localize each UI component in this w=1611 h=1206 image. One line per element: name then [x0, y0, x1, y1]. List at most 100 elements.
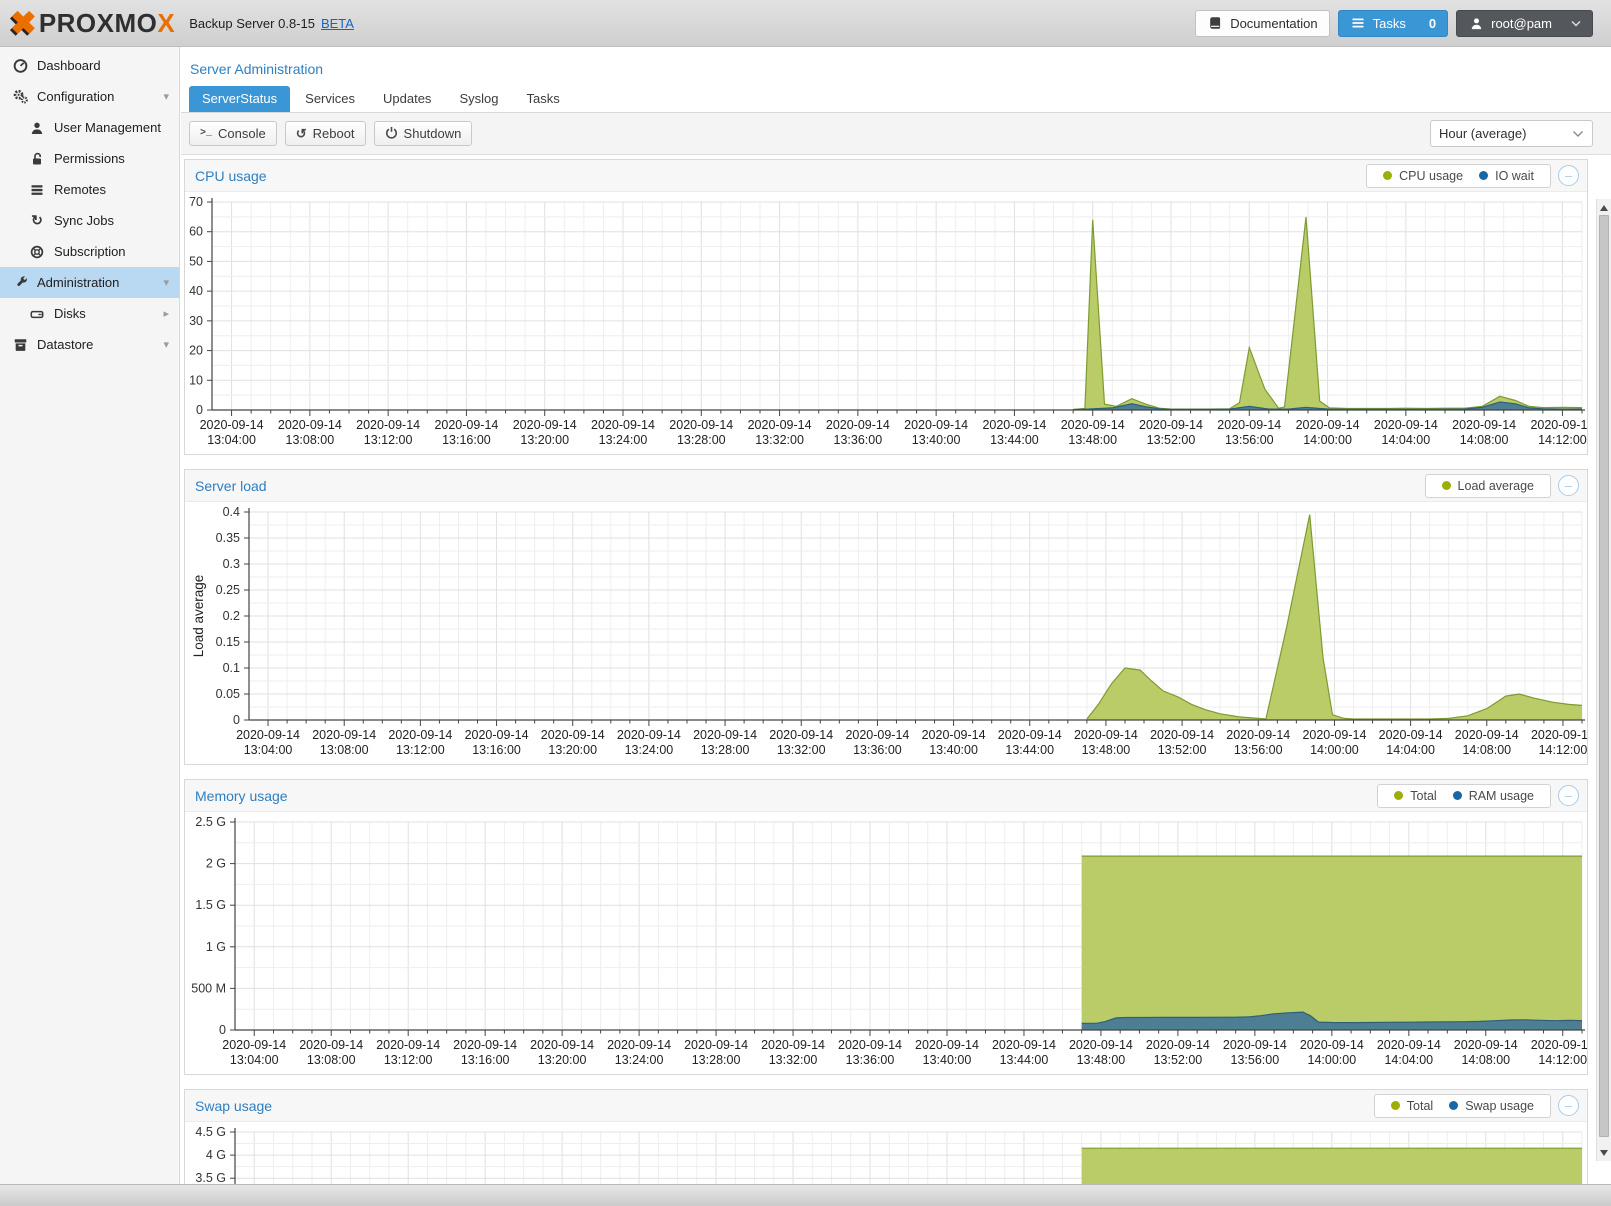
svg-text:2020-09-14: 2020-09-14 — [541, 728, 605, 742]
sidebar-item-configuration[interactable]: Configuration ▾ — [0, 81, 179, 112]
legend-item[interactable]: Total — [1383, 1099, 1441, 1113]
legend-item[interactable]: IO wait — [1471, 169, 1542, 183]
legend-label: Total — [1410, 789, 1436, 803]
legend-item[interactable]: Total — [1386, 789, 1444, 803]
timeframe-select[interactable]: Hour (average) — [1430, 120, 1593, 147]
life-ring-icon — [29, 245, 45, 259]
svg-text:14:00:00: 14:00:00 — [1308, 1053, 1357, 1067]
vertical-scrollbar[interactable] — [1596, 199, 1611, 1161]
svg-text:2020-09-14: 2020-09-14 — [1146, 1038, 1210, 1052]
main-content: Server Administration ServerStatus Servi… — [181, 47, 1611, 1184]
gears-icon — [12, 89, 28, 104]
tasks-button[interactable]: Tasks 0 — [1338, 10, 1448, 37]
svg-text:13:56:00: 13:56:00 — [1231, 1053, 1280, 1067]
documentation-button[interactable]: Documentation — [1195, 10, 1329, 37]
user-menu-button[interactable]: root@pam — [1456, 10, 1593, 37]
legend-dot-icon — [1479, 171, 1488, 180]
svg-text:2020-09-14: 2020-09-14 — [1223, 1038, 1287, 1052]
svg-text:13:32:00: 13:32:00 — [777, 743, 826, 757]
svg-text:0.1: 0.1 — [223, 661, 240, 675]
svg-text:2020-09-14: 2020-09-14 — [1531, 728, 1587, 742]
legend-item[interactable]: CPU usage — [1375, 169, 1471, 183]
chart-panel-server-load: Server loadLoad average–00.050.10.150.20… — [184, 469, 1588, 765]
tab-tasks[interactable]: Tasks — [513, 86, 572, 112]
sidebar-item-remotes[interactable]: Remotes — [0, 174, 179, 205]
svg-text:2020-09-14: 2020-09-14 — [998, 728, 1062, 742]
svg-text:14:12:00: 14:12:00 — [1538, 1053, 1587, 1067]
svg-text:13:44:00: 13:44:00 — [990, 433, 1039, 447]
task-list-icon — [1350, 16, 1366, 30]
svg-text:2020-09-14: 2020-09-14 — [1531, 1038, 1587, 1052]
svg-text:2020-09-14: 2020-09-14 — [761, 1038, 825, 1052]
sidebar-item-dashboard[interactable]: Dashboard — [0, 50, 179, 81]
sidebar-item-subscription[interactable]: Subscription — [0, 236, 179, 267]
legend-dot-icon — [1383, 171, 1392, 180]
sidebar-item-datastore[interactable]: Datastore ▾ — [0, 329, 179, 360]
sidebar-item-user-management[interactable]: User Management — [0, 112, 179, 143]
svg-text:13:40:00: 13:40:00 — [923, 1053, 972, 1067]
sidebar-item-administration[interactable]: Administration ▾ — [0, 267, 179, 298]
svg-text:0: 0 — [196, 403, 203, 417]
tab-syslog[interactable]: Syslog — [446, 86, 511, 112]
svg-text:2020-09-14: 2020-09-14 — [1374, 418, 1438, 432]
reboot-button[interactable]: ↺ Reboot — [285, 121, 366, 146]
svg-text:14:08:00: 14:08:00 — [1460, 433, 1509, 447]
chevron-right-icon: ▸ — [163, 307, 169, 320]
collapse-chart-button[interactable]: – — [1558, 1095, 1579, 1116]
chart-panel-swap-usage: Swap usageTotalSwap usage–0500 M1 G1.5 G… — [184, 1089, 1588, 1184]
legend-item[interactable]: RAM usage — [1445, 789, 1542, 803]
scroll-up-button[interactable] — [1597, 200, 1611, 215]
chart-plot-swap-usage: 0500 M1 G1.5 G2 G2.5 G3 G3.5 G4 G4.5 G20… — [185, 1122, 1587, 1184]
svg-text:14:04:00: 14:04:00 — [1386, 743, 1435, 757]
product-version: Backup Server 0.8-15 — [189, 16, 315, 31]
chart-title: Memory usage — [195, 788, 1377, 804]
svg-text:2020-09-14: 2020-09-14 — [1302, 728, 1366, 742]
svg-text:13:24:00: 13:24:00 — [615, 1053, 664, 1067]
unlock-icon — [29, 152, 45, 166]
sidebar: Dashboard Configuration ▾ User Managemen… — [0, 47, 180, 1184]
user-icon — [1468, 17, 1484, 30]
svg-text:13:20:00: 13:20:00 — [538, 1053, 587, 1067]
scroll-down-button[interactable] — [1597, 1145, 1611, 1160]
svg-text:10: 10 — [189, 373, 203, 387]
svg-text:2020-09-14: 2020-09-14 — [693, 728, 757, 742]
chevron-down-icon — [1571, 20, 1581, 27]
chart-panel-memory-usage: Memory usageTotalRAM usage–0500 M1 G1.5 … — [184, 779, 1588, 1075]
legend-label: IO wait — [1495, 169, 1534, 183]
tasks-count-badge: 0 — [1429, 16, 1436, 31]
svg-text:13:08:00: 13:08:00 — [320, 743, 369, 757]
collapse-chart-button[interactable]: – — [1558, 785, 1579, 806]
svg-text:2020-09-14: 2020-09-14 — [388, 728, 452, 742]
svg-text:30: 30 — [189, 314, 203, 328]
console-button[interactable]: >_ Console — [189, 121, 277, 146]
svg-text:2020-09-14: 2020-09-14 — [1377, 1038, 1441, 1052]
svg-text:14:12:00: 14:12:00 — [1538, 433, 1587, 447]
chart-panel-cpu-usage: CPU usageCPU usageIO wait–01020304050607… — [184, 159, 1588, 455]
hdd-icon — [29, 307, 45, 321]
svg-text:2020-09-14: 2020-09-14 — [915, 1038, 979, 1052]
legend-dot-icon — [1453, 791, 1462, 800]
sidebar-item-permissions[interactable]: Permissions — [0, 143, 179, 174]
svg-text:13:40:00: 13:40:00 — [929, 743, 978, 757]
svg-text:2020-09-14: 2020-09-14 — [1296, 418, 1360, 432]
tab-updates[interactable]: Updates — [370, 86, 444, 112]
beta-link[interactable]: BETA — [321, 16, 354, 31]
tab-services[interactable]: Services — [292, 86, 368, 112]
sidebar-item-sync-jobs[interactable]: ↻ Sync Jobs — [0, 205, 179, 236]
svg-text:2020-09-14: 2020-09-14 — [826, 418, 890, 432]
gauge-icon — [12, 58, 28, 73]
svg-text:13:16:00: 13:16:00 — [472, 743, 521, 757]
legend-item[interactable]: Load average — [1434, 479, 1542, 493]
svg-text:13:08:00: 13:08:00 — [286, 433, 335, 447]
sidebar-item-disks[interactable]: Disks ▸ — [0, 298, 179, 329]
legend-item[interactable]: Swap usage — [1441, 1099, 1542, 1113]
tab-bar: ServerStatus Services Updates Syslog Tas… — [181, 86, 1611, 113]
tab-serverstatus[interactable]: ServerStatus — [189, 86, 290, 112]
collapse-chart-button[interactable]: – — [1558, 475, 1579, 496]
scrollbar-thumb[interactable] — [1599, 215, 1609, 1137]
shutdown-button[interactable]: Shutdown — [374, 121, 473, 146]
collapse-chart-button[interactable]: – — [1558, 165, 1579, 186]
chart-panel-header: Server loadLoad average– — [185, 470, 1587, 502]
svg-text:13:04:00: 13:04:00 — [207, 433, 256, 447]
svg-text:2020-09-14: 2020-09-14 — [591, 418, 655, 432]
